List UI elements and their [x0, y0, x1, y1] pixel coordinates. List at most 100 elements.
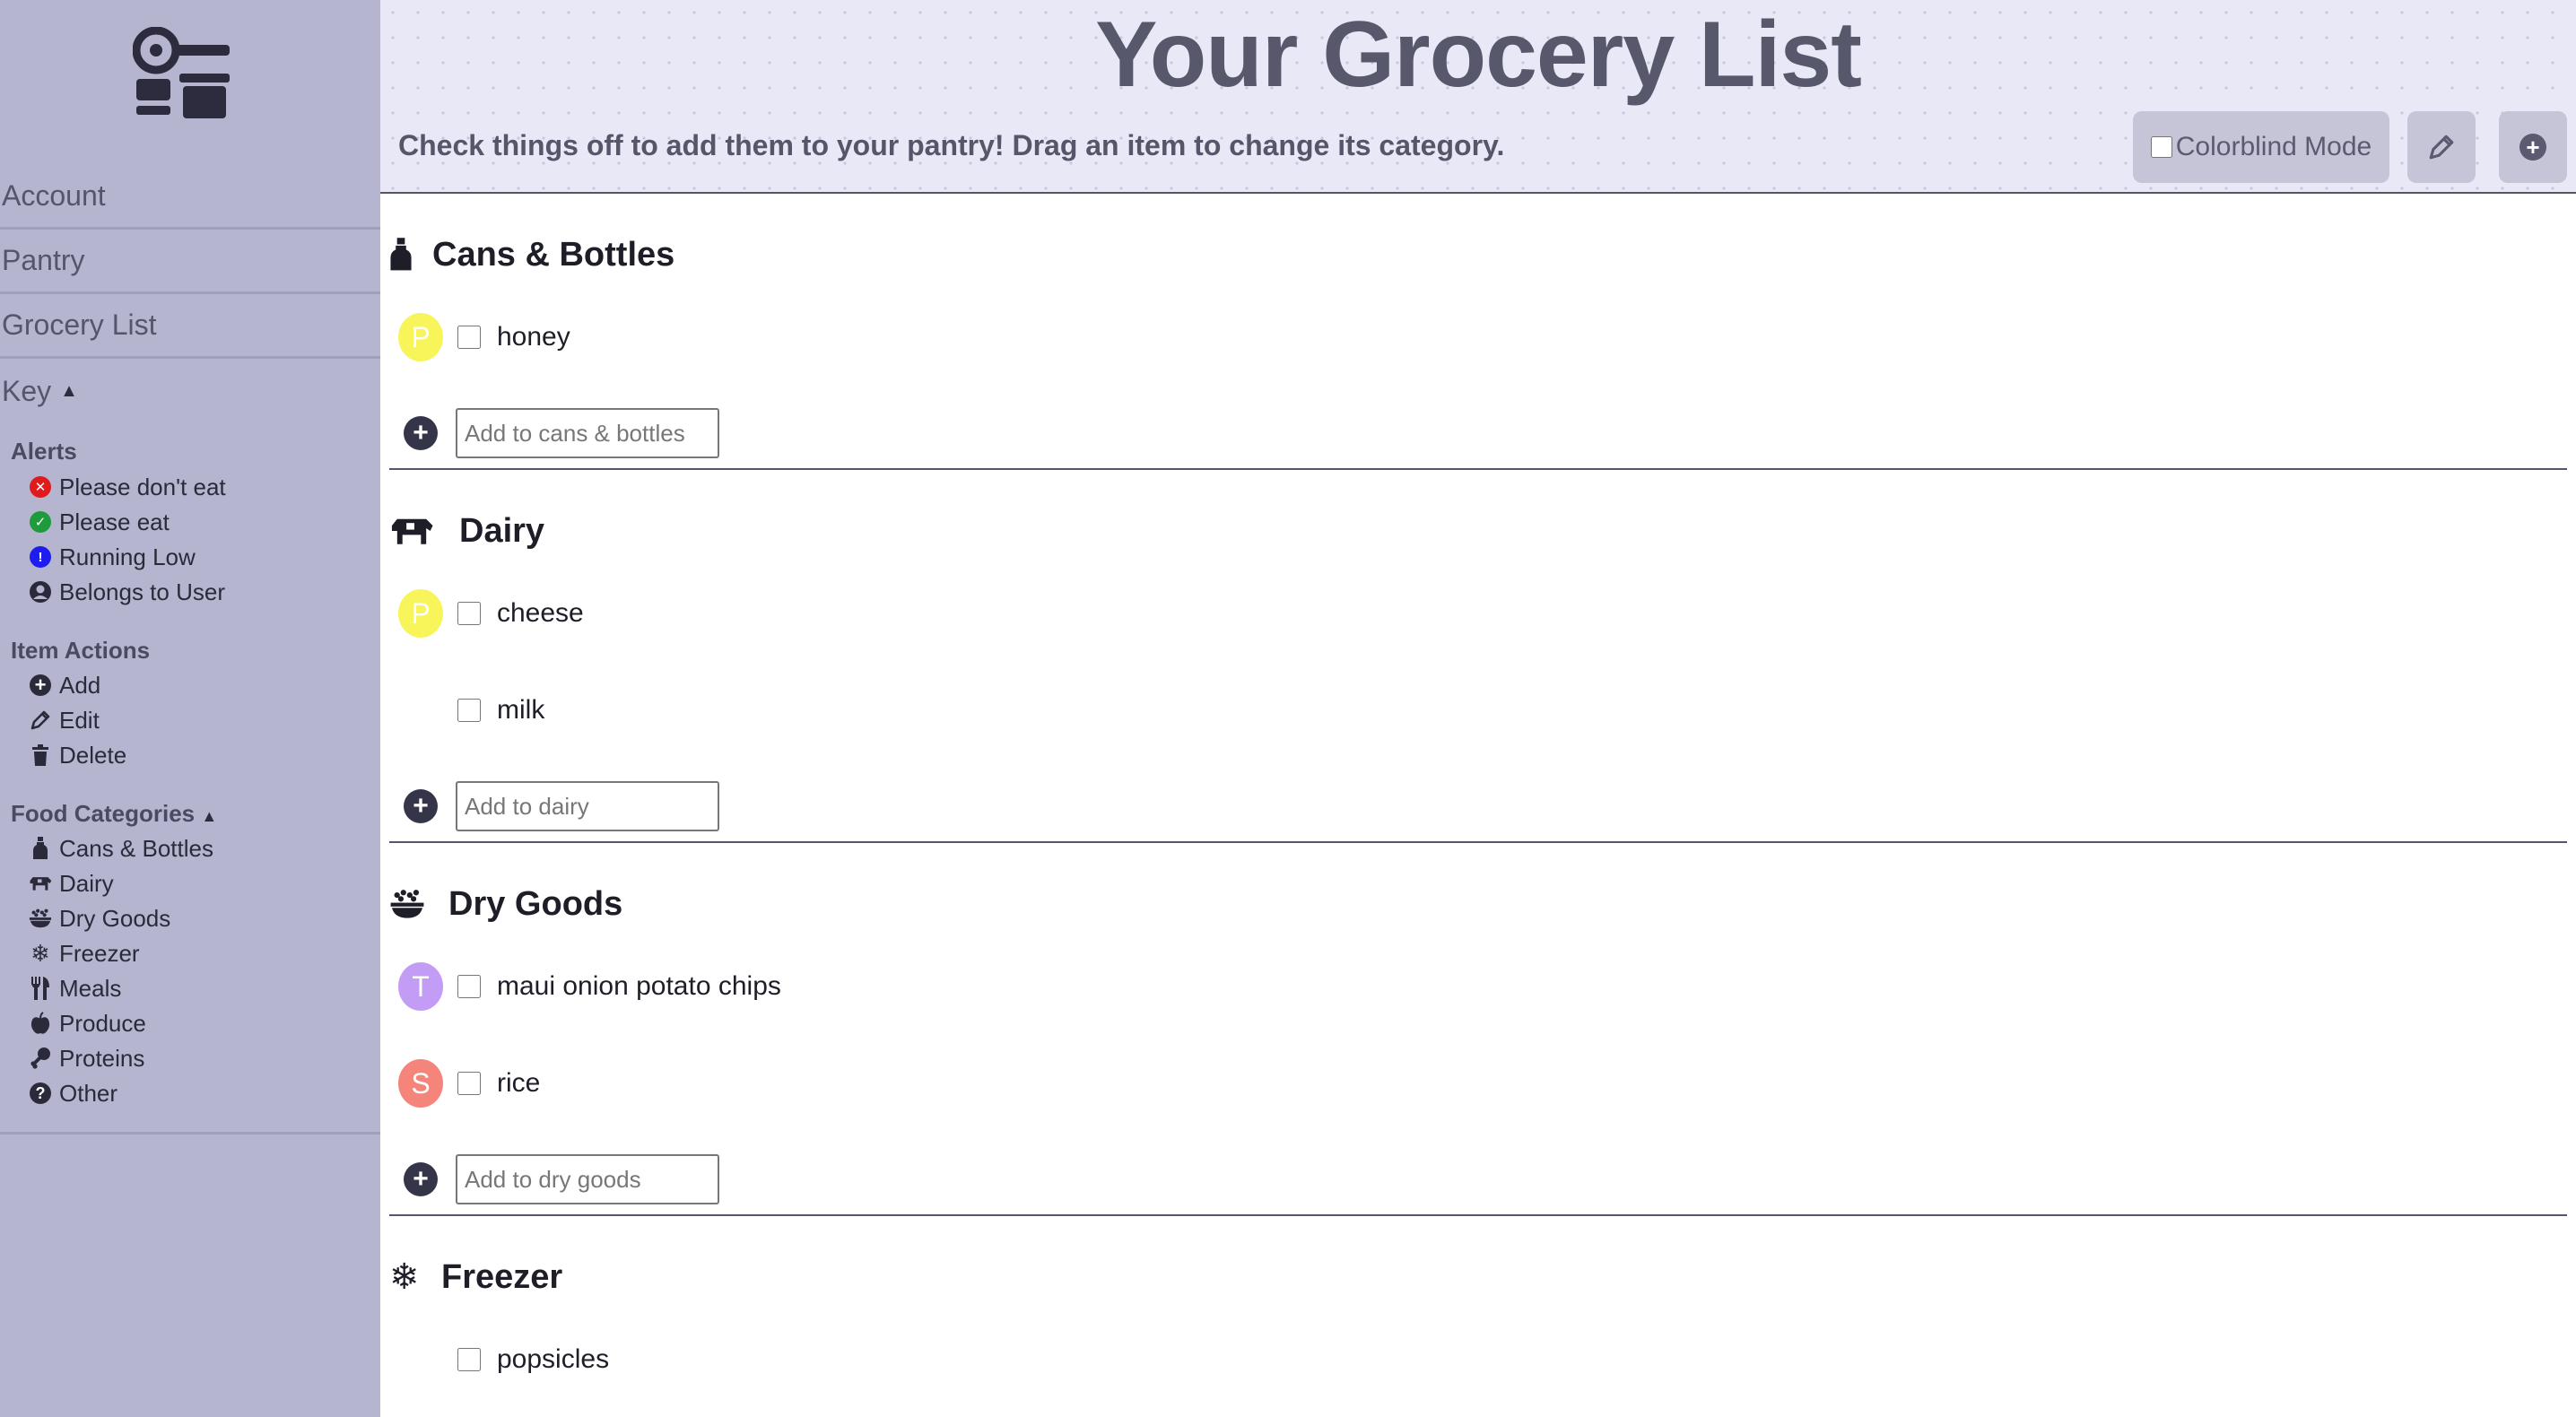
bowl-icon: [390, 890, 424, 918]
key-category-produce: Produce: [29, 1007, 146, 1039]
item-checkbox[interactable]: [457, 1072, 481, 1095]
pencil-icon: [30, 710, 50, 730]
key-action-delete: Delete: [29, 739, 126, 771]
item-checkbox[interactable]: [457, 602, 481, 625]
category-header: ❄ Freezer: [389, 1250, 562, 1304]
plus-circle-icon[interactable]: +: [404, 1162, 438, 1196]
colorblind-mode-toggle[interactable]: Colorblind Mode: [2133, 111, 2389, 183]
plus-circle-icon[interactable]: +: [404, 789, 438, 823]
key-category-label: Meals: [59, 974, 122, 1002]
category-title: Cans & Bottles: [432, 235, 675, 274]
item-name: cheese: [497, 598, 584, 628]
item-name: maui onion potato chips: [497, 971, 781, 1001]
item-name: popsicles: [497, 1344, 610, 1374]
key-alert-dont-eat: ✕ Please don't eat: [29, 471, 226, 503]
key-alert-label: Please eat: [59, 508, 170, 535]
key-action-label: Edit: [59, 706, 100, 734]
item-checkbox[interactable]: [457, 699, 481, 722]
avatar: P: [398, 313, 443, 361]
category-title: Dairy: [459, 511, 545, 550]
add-item-row: +: [404, 780, 719, 832]
add-item-row: +: [404, 1153, 719, 1205]
page-header: Your Grocery List Check things off to ad…: [380, 0, 2576, 194]
nav-grocery-list-label: Grocery List: [2, 309, 157, 341]
edit-button[interactable]: [2407, 111, 2476, 183]
page-subtitle: Check things off to add them to your pan…: [398, 129, 1505, 161]
add-item-input[interactable]: [456, 781, 719, 831]
nav-account[interactable]: Account: [0, 165, 380, 230]
key-category-dry-goods: Dry Goods: [29, 902, 170, 935]
avatar: S: [398, 1059, 443, 1108]
key-alert-please-eat: ✓ Please eat: [29, 506, 170, 538]
key-action-edit: Edit: [29, 704, 100, 736]
item-name: rice: [497, 1068, 541, 1098]
question-circle-icon: ?: [30, 1082, 51, 1104]
item-checkbox[interactable]: [457, 975, 481, 998]
bowl-icon: [29, 908, 52, 928]
key-category-meals: Meals: [29, 972, 121, 1004]
key-action-label: Add: [59, 671, 101, 699]
key-alert-label: Running Low: [59, 543, 196, 570]
category-divider: [389, 1214, 2567, 1216]
caret-up-icon: ▲: [201, 807, 218, 825]
category-title: Dry Goods: [448, 884, 623, 923]
check-circle-icon: ✓: [30, 511, 51, 533]
nav-pantry[interactable]: Pantry: [0, 230, 380, 294]
key-category-other: ? Other: [29, 1077, 117, 1109]
colorblind-mode-checkbox[interactable]: [2150, 136, 2172, 158]
item-name: milk: [497, 695, 545, 725]
nav-key-toggle[interactable]: Key ▲: [0, 359, 380, 423]
list-item[interactable]: P cheese: [398, 587, 584, 640]
key-action-label: Delete: [59, 741, 127, 769]
nav-grocery-list[interactable]: Grocery List: [0, 294, 380, 359]
pencil-icon: [2429, 135, 2454, 160]
category-divider: [389, 841, 2567, 843]
category-header: Dairy: [389, 504, 544, 558]
plus-circle-icon[interactable]: +: [404, 416, 438, 450]
category-header: Cans & Bottles: [389, 228, 674, 282]
key-category-label: Cans & Bottles: [59, 834, 213, 862]
app-logo-icon: [133, 27, 230, 118]
key-categories-title[interactable]: Food Categories ▲: [11, 800, 217, 828]
category-title: Freezer: [441, 1257, 563, 1296]
add-item-input[interactable]: [456, 1154, 719, 1204]
key-category-cans: Cans & Bottles: [29, 832, 213, 865]
item-name: honey: [497, 322, 570, 352]
add-item-button[interactable]: +: [2499, 111, 2567, 183]
user-circle-icon: [30, 581, 51, 603]
list-item[interactable]: popsicles: [398, 1333, 609, 1387]
key-alerts-title: Alerts: [11, 438, 77, 465]
key-category-label: Dairy: [59, 869, 114, 897]
item-checkbox[interactable]: [457, 326, 481, 349]
caret-up-icon: ▲: [60, 380, 78, 401]
sidebar-divider: [0, 1132, 380, 1134]
exclamation-circle-icon: !: [30, 546, 51, 568]
key-category-freezer: ❄ Freezer: [29, 937, 139, 969]
cow-icon: [30, 877, 52, 891]
key-category-label: Proteins: [59, 1044, 145, 1072]
category-header: Dry Goods: [389, 877, 622, 931]
key-category-label: Dry Goods: [59, 904, 171, 932]
key-alert-label: Please don't eat: [59, 473, 226, 500]
list-item[interactable]: S rice: [398, 1056, 540, 1110]
add-item-input[interactable]: [456, 408, 719, 458]
snowflake-icon: ❄: [30, 939, 50, 967]
key-category-proteins: Proteins: [29, 1042, 144, 1074]
item-checkbox[interactable]: [457, 1348, 481, 1371]
cow-icon: [391, 518, 433, 544]
key-category-label: Other: [59, 1079, 118, 1107]
key-alert-running-low: ! Running Low: [29, 541, 196, 573]
utensils-icon: [31, 977, 49, 1000]
plus-circle-icon: +: [30, 674, 51, 696]
drumstick-icon: [30, 1048, 50, 1069]
colorblind-mode-label: Colorblind Mode: [2175, 132, 2372, 161]
key-category-dairy: Dairy: [29, 867, 114, 900]
nav-key-label: Key: [2, 374, 52, 407]
list-item[interactable]: milk: [398, 683, 544, 737]
key-action-add: + Add: [29, 669, 100, 701]
x-circle-icon: ✕: [30, 476, 51, 498]
snowflake-icon: ❄: [389, 1257, 420, 1297]
list-item[interactable]: T maui onion potato chips: [398, 960, 781, 1013]
category-divider: [389, 468, 2567, 470]
list-item[interactable]: P honey: [398, 310, 570, 364]
